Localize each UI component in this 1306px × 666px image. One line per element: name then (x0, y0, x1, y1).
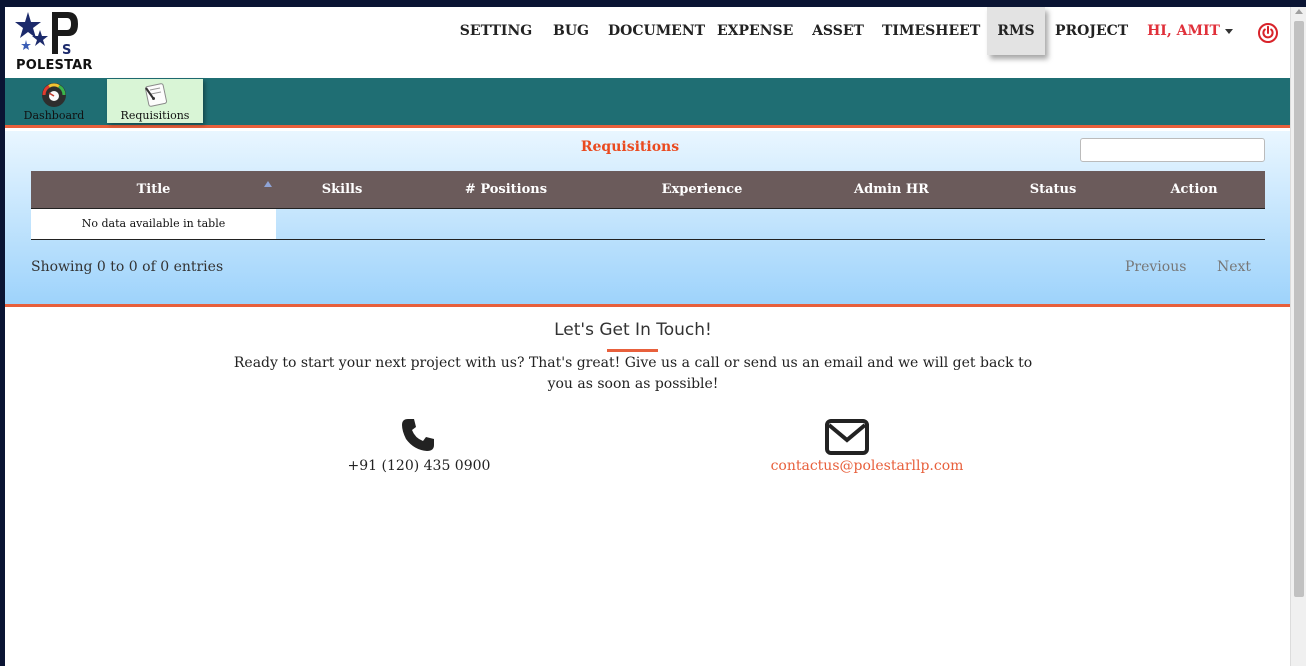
star-logo-icon: S (15, 12, 78, 58)
nav-asset[interactable]: ASSET (808, 7, 868, 55)
gauge-icon (42, 83, 66, 107)
previous-button[interactable]: Previous (1125, 259, 1186, 275)
top-header: S POLESTAR SETTING BUG DOCUMENT EXPENSE … (5, 7, 1290, 78)
phone-number: +91 (120) 435 0900 (347, 458, 491, 474)
nav-rms[interactable]: RMS (987, 7, 1045, 55)
requisition-icon (144, 83, 168, 107)
column-header-skills[interactable]: Skills (276, 171, 408, 209)
requisitions-table: Title Skills # Positions Experience Admi… (31, 171, 1265, 240)
scroll-thumb[interactable] (1294, 21, 1304, 597)
column-header-action[interactable]: Action (1123, 171, 1265, 209)
contact-title: Let's Get In Touch! (554, 320, 712, 340)
nav-timesheet[interactable]: TIMESHEET (882, 7, 980, 55)
sort-asc-icon (264, 181, 272, 187)
user-menu-label: HI, AMIT (1147, 23, 1220, 39)
page-title: Requisitions (580, 139, 680, 155)
subnav-dashboard-label: Dashboard (23, 109, 85, 122)
svg-text:S: S (62, 43, 71, 58)
column-header-admin-hr[interactable]: Admin HR (800, 171, 983, 209)
requisitions-panel: Requisitions Title Skills # Positions Ex… (5, 131, 1290, 307)
email-link[interactable]: contactus@polestarllp.com (725, 458, 1009, 474)
column-header-experience[interactable]: Experience (604, 171, 800, 209)
subnav-requisitions-label: Requisitions (120, 109, 190, 122)
subnav-dashboard[interactable]: Dashboard (11, 79, 97, 123)
nav-project[interactable]: PROJECT (1055, 7, 1128, 55)
contact-text: Ready to start your next project with us… (233, 355, 1033, 392)
empty-cell (276, 208, 1265, 240)
nav-expense[interactable]: EXPENSE (717, 7, 793, 55)
column-header-title-label: Title (136, 181, 171, 197)
table-header-row: Title Skills # Positions Experience Admi… (31, 171, 1265, 209)
column-header-positions[interactable]: # Positions (408, 171, 604, 209)
search-input[interactable] (1080, 138, 1265, 162)
subnav-requisitions[interactable]: Requisitions (107, 79, 203, 123)
nav-bug[interactable]: BUG (546, 7, 596, 55)
user-menu[interactable]: HI, AMIT (1145, 7, 1235, 55)
envelope-icon (825, 419, 869, 455)
power-icon[interactable] (1258, 23, 1278, 43)
table-info: Showing 0 to 0 of 0 entries (31, 259, 224, 275)
next-button[interactable]: Next (1217, 259, 1251, 275)
column-header-status[interactable]: Status (983, 171, 1123, 209)
nav-document[interactable]: DOCUMENT (608, 7, 705, 55)
nav-setting[interactable]: SETTING (457, 7, 535, 55)
vertical-scrollbar[interactable] (1290, 7, 1306, 666)
browser-window: S POLESTAR SETTING BUG DOCUMENT EXPENSE … (5, 7, 1290, 666)
title-underline (607, 349, 658, 352)
polestar-logo[interactable]: S POLESTAR (14, 10, 92, 74)
scroll-up-icon[interactable] (1295, 9, 1303, 14)
column-header-title[interactable]: Title (31, 171, 276, 209)
empty-table-message: No data available in table (31, 208, 276, 240)
caret-down-icon (1224, 28, 1233, 34)
table-row: No data available in table (31, 208, 1265, 240)
phone-icon (402, 419, 434, 451)
logo-text: POLESTAR (16, 58, 93, 73)
rms-toolbar: Dashboard Requisitions (5, 78, 1290, 128)
